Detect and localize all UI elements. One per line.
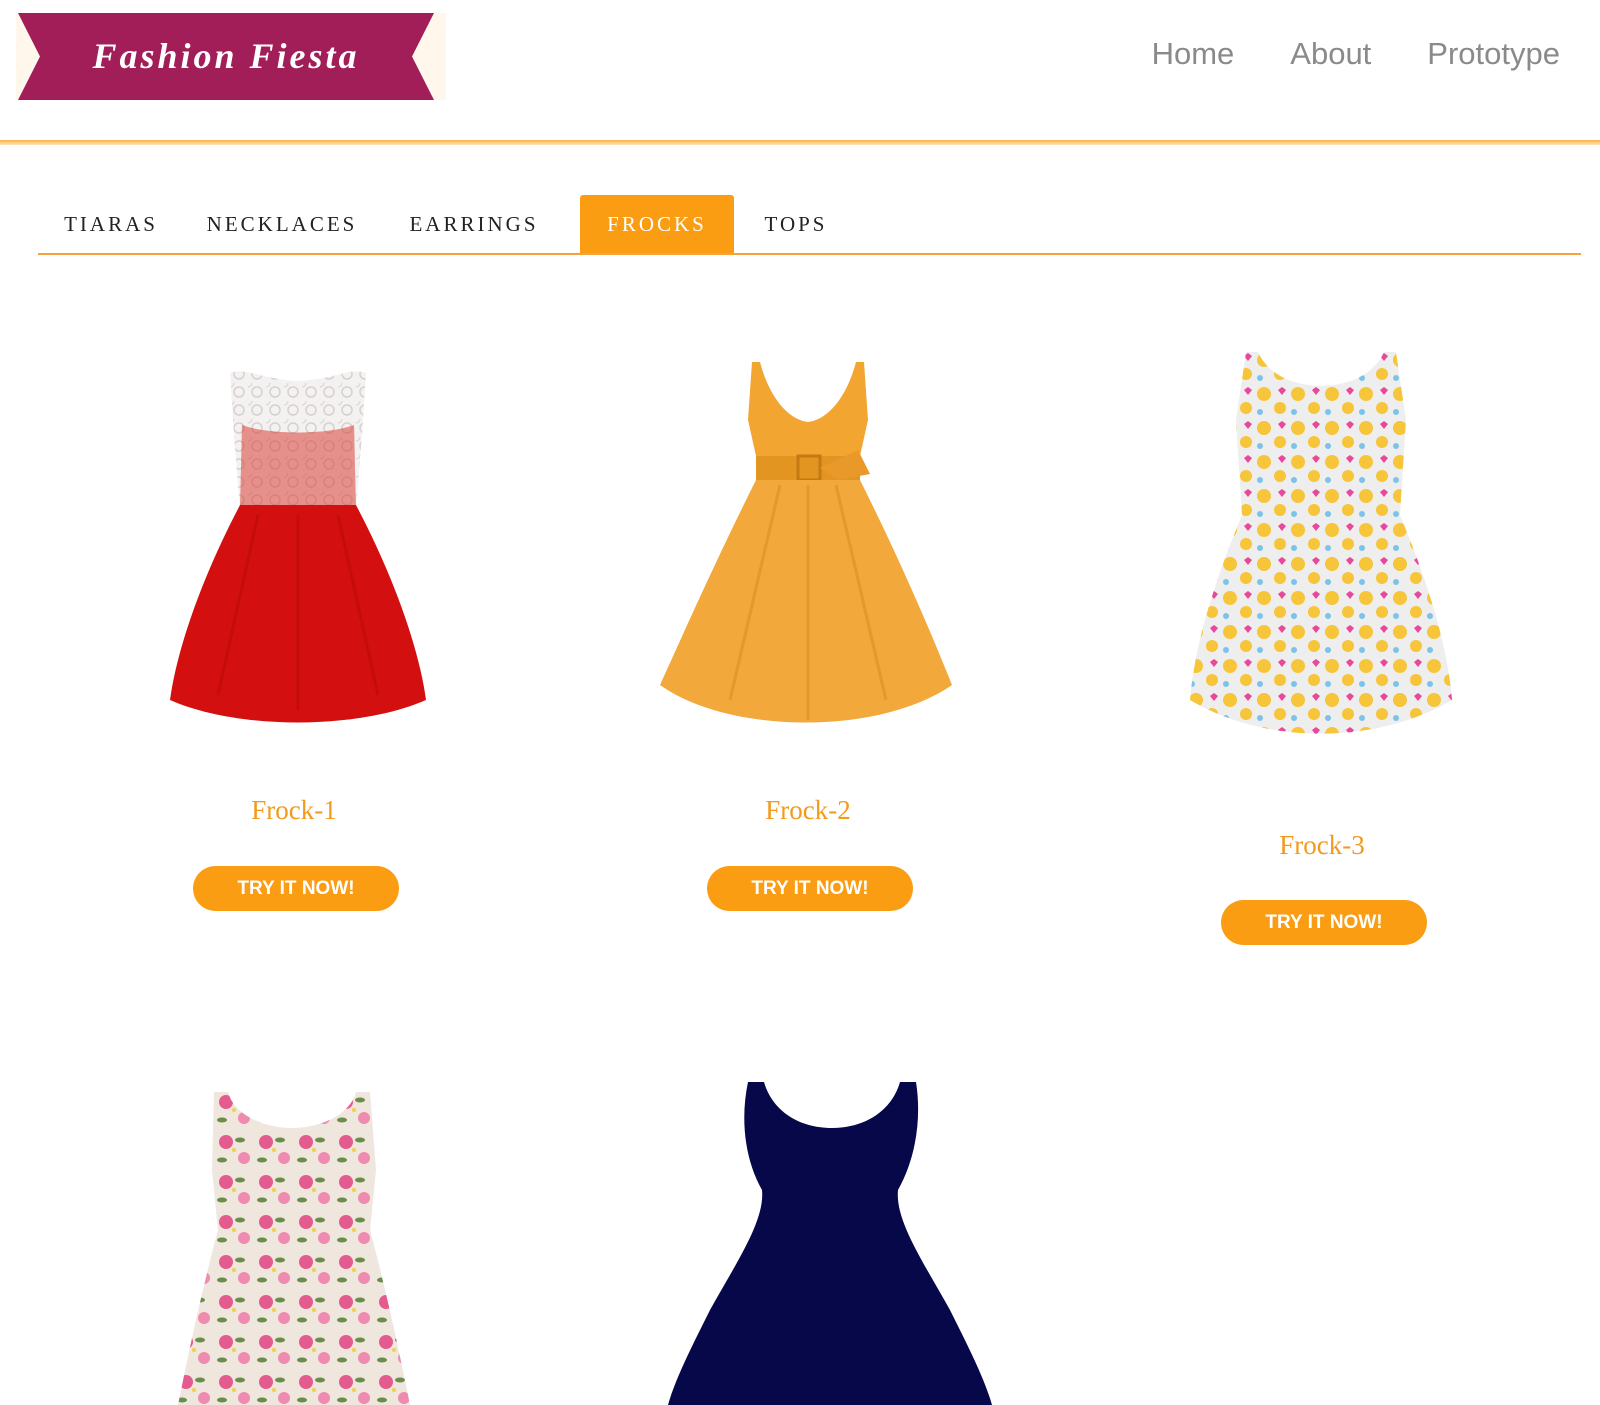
tab-frocks[interactable]: FROCKS bbox=[580, 195, 734, 253]
tab-tiaras[interactable]: TIARAS bbox=[38, 195, 184, 253]
product-card bbox=[134, 1085, 454, 1405]
product-card: Frock-1 TRY IT NOW! bbox=[134, 350, 454, 940]
product-card: Frock-3 TRY IT NOW! bbox=[1162, 350, 1482, 970]
mustard-belted-frock-image[interactable] bbox=[660, 360, 955, 732]
category-tabs: TIARAS NECKLACES EARRINGS FROCKS TOPS bbox=[38, 195, 1581, 255]
product-name: Frock-2 bbox=[765, 795, 851, 825]
navy-silhouette-frock-image[interactable] bbox=[660, 1080, 1000, 1405]
product-name: Frock-3 bbox=[1279, 830, 1365, 860]
nav-home[interactable]: Home bbox=[1152, 36, 1235, 72]
try-it-now-button[interactable]: TRY IT NOW! bbox=[1221, 900, 1427, 945]
product-card bbox=[648, 1070, 992, 1405]
red-lace-frock-image[interactable] bbox=[158, 365, 438, 735]
tab-necklaces[interactable]: NECKLACES bbox=[184, 195, 380, 253]
tab-earrings[interactable]: EARRINGS bbox=[380, 195, 568, 253]
header-divider bbox=[0, 140, 1600, 145]
main-nav: Home About Prototype bbox=[1152, 36, 1560, 72]
emoji-print-frock-image[interactable] bbox=[1186, 350, 1456, 740]
nav-about[interactable]: About bbox=[1290, 36, 1371, 72]
nav-prototype[interactable]: Prototype bbox=[1427, 36, 1560, 72]
floral-print-frock-image[interactable] bbox=[174, 1090, 414, 1405]
tab-tops[interactable]: TOPS bbox=[738, 195, 854, 253]
try-it-now-button[interactable]: TRY IT NOW! bbox=[707, 866, 913, 911]
site-header: Fashion Fiesta Home About Prototype bbox=[0, 0, 1600, 140]
product-name: Frock-1 bbox=[251, 795, 337, 825]
product-card: Frock-2 TRY IT NOW! bbox=[648, 350, 968, 940]
brand-logo[interactable]: Fashion Fiesta bbox=[16, 13, 446, 100]
try-it-now-button[interactable]: TRY IT NOW! bbox=[193, 866, 399, 911]
brand-name: Fashion Fiesta bbox=[92, 36, 360, 76]
